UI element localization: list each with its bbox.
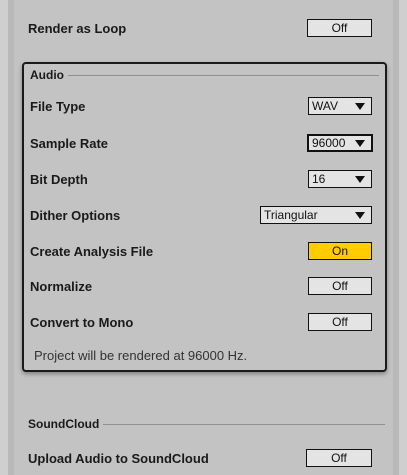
sample-rate-select[interactable]: 96000 [307,134,373,152]
sample-rate-row: Sample Rate 96000 [24,131,385,155]
bit-depth-value: 16 [312,172,326,186]
soundcloud-section-title: SoundCloud [28,417,104,431]
file-type-row: File Type WAV [24,94,385,118]
bit-depth-row: Bit Depth 16 [24,167,385,191]
normalize-row: Normalize Off [24,274,385,298]
dither-options-row: Dither Options Triangular [24,203,385,227]
dither-options-label: Dither Options [30,207,121,223]
chevron-down-icon [355,212,365,219]
file-type-label: File Type [30,98,86,114]
normalize-toggle[interactable]: Off [308,277,372,295]
render-as-loop-row: Render as Loop Off [14,16,393,40]
file-type-value: WAV [312,99,338,113]
create-analysis-file-row: Create Analysis File On [24,239,385,263]
left-edge [0,0,8,475]
upload-soundcloud-label: Upload Audio to SoundCloud [28,450,209,466]
render-as-loop-label: Render as Loop [28,20,127,36]
right-edge [399,0,407,475]
render-as-loop-toggle[interactable]: Off [307,19,372,37]
render-info-note: Project will be rendered at 96000 Hz. [34,348,248,363]
audio-section: Audio File Type WAV Sample Rate 96000 Bi… [22,62,387,372]
chevron-down-icon [355,140,365,147]
create-analysis-file-label: Create Analysis File [30,243,154,259]
chevron-down-icon [355,176,365,183]
audio-section-title: Audio [30,68,64,82]
upload-soundcloud-row: Upload Audio to SoundCloud Off [0,446,407,470]
convert-to-mono-toggle[interactable]: Off [308,313,372,331]
bit-depth-label: Bit Depth [30,171,88,187]
convert-to-mono-label: Convert to Mono [30,314,134,330]
audio-section-divider [68,74,379,76]
chevron-down-icon [355,103,365,110]
create-analysis-file-toggle[interactable]: On [308,242,372,260]
file-type-select[interactable]: WAV [308,97,372,115]
sample-rate-label: Sample Rate [30,135,109,151]
sample-rate-value: 96000 [312,136,346,150]
bit-depth-select[interactable]: 16 [308,170,372,188]
soundcloud-section-divider [103,423,385,425]
normalize-label: Normalize [30,278,93,294]
convert-to-mono-row: Convert to Mono Off [24,310,385,334]
soundcloud-section-header: SoundCloud [28,417,385,431]
audio-section-header: Audio [30,68,379,82]
dither-options-value: Triangular [264,208,318,222]
dither-options-select[interactable]: Triangular [260,206,372,224]
upload-soundcloud-toggle[interactable]: Off [306,449,372,467]
